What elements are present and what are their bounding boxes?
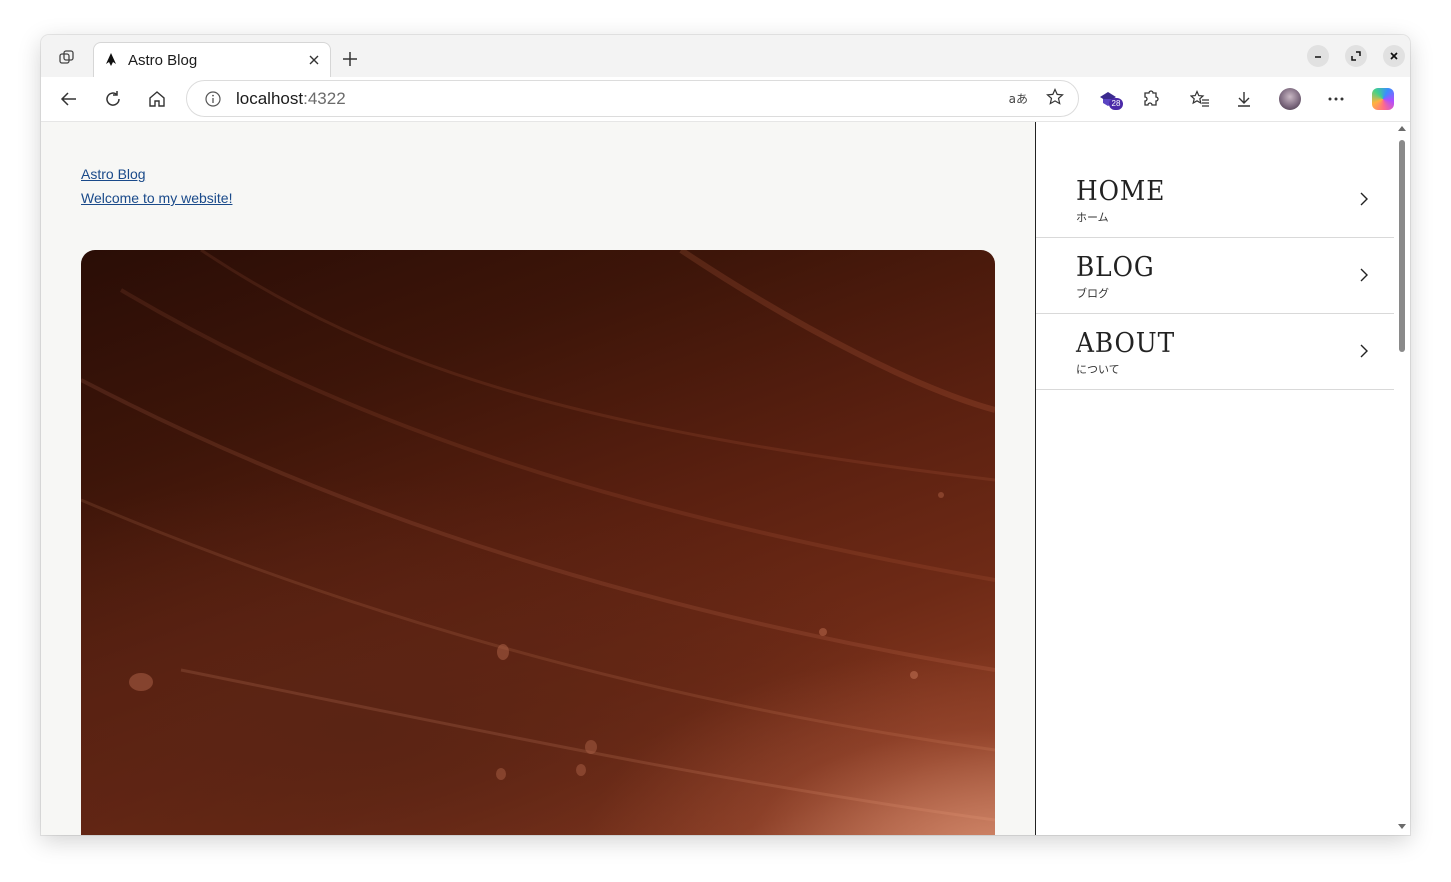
avatar: [1279, 88, 1301, 110]
scroll-down-arrow-icon[interactable]: [1398, 824, 1406, 829]
address-actions: aあ: [1009, 87, 1064, 110]
chevron-right-icon: [1357, 190, 1371, 208]
extension-badge: 28: [1109, 98, 1123, 110]
chevron-right-icon: [1357, 342, 1371, 360]
url-port: :4322: [303, 88, 346, 108]
close-window-button[interactable]: [1383, 45, 1405, 67]
nav-home-sublabel: ホーム: [1076, 211, 1109, 224]
tab-strip: Astro Blog: [41, 35, 1410, 77]
url-host: localhost: [236, 88, 304, 108]
astro-favicon-icon: [104, 53, 118, 67]
chevron-right-icon: [1357, 266, 1371, 284]
nav-home-label: HOME: [1076, 176, 1166, 207]
nav-item-about[interactable]: ABOUT について: [1036, 314, 1395, 390]
nav-blog-sublabel: ブログ: [1076, 287, 1109, 300]
scroll-up-arrow-icon[interactable]: [1398, 126, 1406, 131]
main-content: Astro Blog Welcome to my website!: [41, 122, 1035, 835]
tab-astro-blog[interactable]: Astro Blog: [93, 42, 331, 77]
new-tab-button[interactable]: [339, 48, 361, 70]
extension-shield-icon[interactable]: 28: [1096, 87, 1123, 111]
profile-avatar[interactable]: [1278, 87, 1302, 111]
nav-about-label: ABOUT: [1076, 328, 1176, 359]
maximize-button[interactable]: [1345, 45, 1367, 67]
back-arrow-icon[interactable]: [57, 87, 81, 111]
download-icon[interactable]: [1232, 87, 1256, 111]
hero-image: [81, 250, 995, 835]
scroll-thumb[interactable]: [1399, 140, 1405, 352]
address-bar[interactable]: localhost:4322 aあ: [186, 80, 1079, 117]
nav-blog-label: BLOG: [1076, 252, 1155, 283]
page-viewport: Astro Blog Welcome to my website! HOME ホ…: [41, 122, 1410, 835]
nav-item-blog[interactable]: BLOG ブログ: [1036, 238, 1395, 314]
nav-about-sublabel: について: [1076, 363, 1120, 376]
tab-close-icon[interactable]: [304, 50, 324, 70]
home-icon[interactable]: [145, 87, 169, 111]
copilot-icon[interactable]: [1371, 87, 1395, 111]
vertical-scrollbar[interactable]: [1394, 122, 1410, 835]
url-text[interactable]: localhost:4322: [236, 89, 1009, 109]
copilot-logo: [1372, 88, 1394, 110]
star-icon[interactable]: [1046, 87, 1064, 110]
welcome-link[interactable]: Welcome to my website!: [81, 190, 232, 206]
nav-item-home[interactable]: HOME ホーム: [1036, 162, 1395, 238]
puzzle-icon[interactable]: [1140, 87, 1164, 111]
tab-title: Astro Blog: [128, 51, 198, 69]
refresh-icon[interactable]: [101, 87, 125, 111]
sand-texture: [81, 250, 995, 822]
site-title-link[interactable]: Astro Blog: [81, 166, 146, 182]
minimize-button[interactable]: [1307, 45, 1329, 67]
read-aloud-button[interactable]: aあ: [1009, 90, 1028, 107]
info-icon[interactable]: [204, 90, 222, 108]
side-navigation: HOME ホーム BLOG ブログ ABOUT について: [1035, 122, 1395, 835]
browser-window: Astro Blog localhost:4322 aあ 28 Astro Bl…: [41, 35, 1410, 835]
workspaces-icon[interactable]: [53, 46, 81, 70]
favorites-icon[interactable]: [1188, 87, 1212, 111]
more-icon[interactable]: [1324, 87, 1348, 111]
browser-toolbar: localhost:4322 aあ 28: [41, 77, 1410, 122]
